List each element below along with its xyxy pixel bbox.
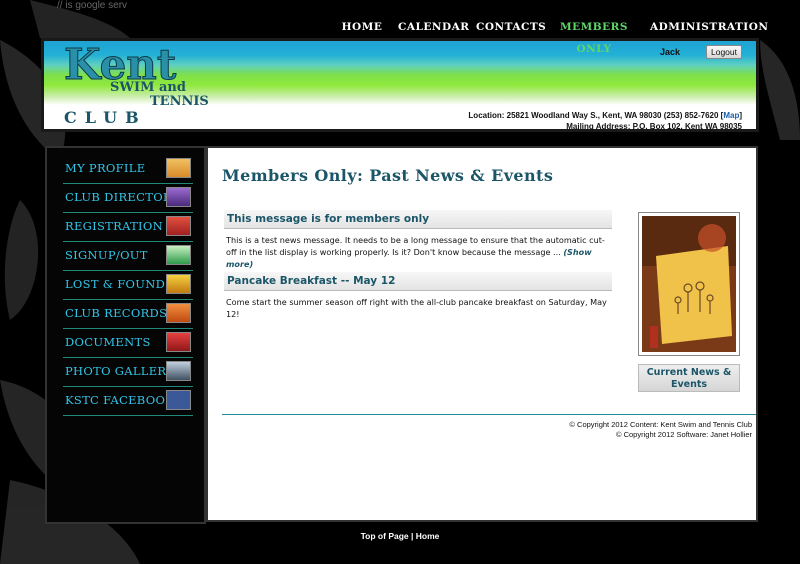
nav-administration[interactable]: ADMINISTRATION — [650, 16, 768, 38]
sidebar-item-lost-found[interactable]: LOST & FOUND — [63, 273, 193, 300]
news-title[interactable]: Pancake Breakfast -- May 12 — [224, 272, 612, 291]
sidebar-item-kstc-facebook[interactable]: KSTC FACEBOOK — [63, 389, 193, 416]
top-of-page-link[interactable]: Top of Page — [361, 531, 409, 541]
registration-icon — [166, 216, 191, 236]
lost-found-icon — [166, 274, 191, 294]
main-content: Members Only: Past News & Events This me… — [206, 146, 758, 522]
sidebar: MY PROFILE CLUB DIRECTORY REGISTRATION S… — [45, 146, 206, 524]
family-drawing-image — [642, 216, 736, 352]
news-title[interactable]: This message is for members only — [224, 210, 612, 229]
browser-snippet: // is google serv — [57, 0, 128, 11]
sidebar-item-label: MY PROFILE — [65, 161, 146, 175]
news-text: Come start the summer season off right w… — [226, 297, 607, 319]
sidebar-item-label: KSTC FACEBOOK — [65, 393, 175, 407]
records-icon — [166, 303, 191, 323]
sidebar-item-label: CLUB DIRECTORY — [65, 190, 180, 204]
sidebar-item-club-directory[interactable]: CLUB DIRECTORY — [63, 186, 193, 213]
sidebar-item-label: DOCUMENTS — [65, 335, 151, 349]
copyright-content: © Copyright 2012 Content: Kent Swim and … — [569, 420, 752, 429]
map-link[interactable]: Map — [723, 111, 739, 120]
news-item: Pancake Breakfast -- May 12 Come start t… — [224, 272, 612, 320]
mailing-address: Mailing Address: P.O. Box 102, Kent WA 9… — [566, 122, 742, 131]
gallery-icon — [166, 361, 191, 381]
signup-icon — [166, 245, 191, 265]
nav-contacts[interactable]: CONTACTS — [476, 16, 546, 38]
profile-icon — [166, 158, 191, 178]
news-body: This is a test news message. It needs to… — [224, 234, 612, 270]
current-news-button[interactable]: Current News & Events — [638, 364, 740, 392]
news-item: This message is for members only This is… — [224, 210, 612, 270]
sidebar-item-documents[interactable]: DOCUMENTS — [63, 331, 193, 358]
copyright-software: © Copyright 2012 Software: Janet Hollier — [615, 430, 752, 439]
username: Jack — [659, 47, 680, 57]
footer-home-link[interactable]: Home — [416, 531, 440, 541]
sidebar-item-registration[interactable]: REGISTRATION — [63, 215, 193, 242]
sidebar-item-my-profile[interactable]: MY PROFILE — [63, 157, 193, 184]
news-text: This is a test news message. It needs to… — [226, 235, 605, 257]
directory-icon — [166, 187, 191, 207]
sidebar-item-photo-gallery[interactable]: PHOTO GALLERY — [63, 360, 193, 387]
nav-members-only[interactable]: MEMBERS ONLY — [552, 16, 636, 55]
club-logo[interactable]: Kent SWIM and TENNIS CLUB — [58, 27, 228, 128]
sidebar-item-label: SIGNUP/OUT — [65, 248, 148, 262]
location-address: Location: 25821 Woodland Way S., Kent, W… — [468, 111, 742, 120]
footer: Top of Page | Home — [0, 531, 800, 541]
top-navigation: HOME CALENDAR CONTACTS MEMBERS ONLY ADMI… — [330, 16, 768, 55]
nav-home[interactable]: HOME — [338, 16, 386, 38]
sidebar-item-label: CLUB RECORDS — [65, 306, 168, 320]
documents-icon — [166, 332, 191, 352]
sidebar-item-club-records[interactable]: CLUB RECORDS — [63, 302, 193, 329]
footer-separator: | — [408, 531, 416, 541]
facebook-icon — [166, 390, 191, 410]
page-title: Members Only: Past News & Events — [222, 166, 554, 185]
logo-word-swim: SWIM and — [110, 80, 186, 95]
news-body: Come start the summer season off right w… — [224, 296, 612, 320]
site-header: Kent SWIM and TENNIS CLUB Jack Logout Lo… — [41, 38, 759, 132]
nav-calendar[interactable]: CALENDAR — [398, 16, 469, 38]
logo-word-club: CLUB — [64, 108, 147, 127]
sidebar-item-label: PHOTO GALLERY — [65, 364, 174, 378]
content-divider — [222, 414, 756, 415]
news-photo — [638, 212, 740, 356]
location-text: Location: 25821 Woodland Way S., Kent, W… — [468, 111, 724, 120]
location-end: ] — [739, 111, 742, 120]
sidebar-item-label: LOST & FOUND — [65, 277, 166, 291]
logout-button[interactable]: Logout — [706, 45, 742, 59]
sidebar-item-label: REGISTRATION — [65, 219, 163, 233]
logo-word-tennis: TENNIS — [150, 94, 209, 109]
sidebar-item-signup-out[interactable]: SIGNUP/OUT — [63, 244, 193, 271]
